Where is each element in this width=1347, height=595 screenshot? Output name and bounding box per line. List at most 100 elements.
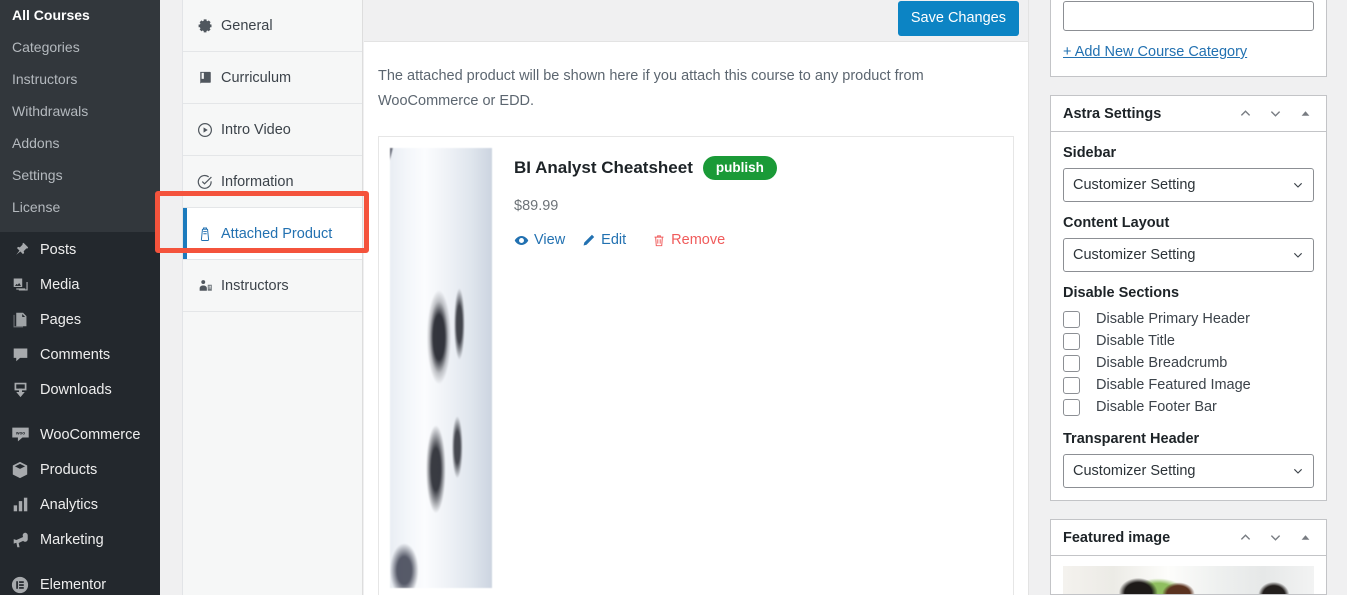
sidebar-select[interactable]: Customizer Setting	[1063, 168, 1314, 202]
tab-instructors[interactable]: Instructors	[183, 260, 362, 312]
book-icon	[195, 70, 215, 85]
status-badge: publish	[702, 156, 777, 180]
move-down-icon[interactable]	[1260, 523, 1290, 553]
sidebar-item-elementor[interactable]: Elementor	[0, 567, 160, 595]
transparent-header-label: Transparent Header	[1063, 431, 1200, 447]
tab-general[interactable]: General	[183, 0, 362, 52]
transparent-header-select[interactable]: Customizer Setting	[1063, 454, 1314, 488]
product-price: $89.99	[514, 198, 559, 214]
products-icon	[8, 460, 32, 480]
checkbox-disable-primary-header[interactable]: Disable Primary Header	[1063, 308, 1314, 330]
save-button[interactable]: Save Changes	[897, 1, 1019, 36]
edit-product-link[interactable]: Edit	[581, 232, 626, 248]
courses-submenu: All Courses Categories Instructors Withd…	[0, 0, 160, 232]
admin-screen: All Courses Categories Instructors Withd…	[0, 0, 1347, 595]
sidebar-item-addons[interactable]: Addons	[0, 128, 160, 160]
sidebar-item-media[interactable]: Media	[0, 267, 160, 302]
woocommerce-icon: woo	[8, 425, 32, 445]
pages-icon	[8, 310, 32, 330]
tab-label: Instructors	[221, 277, 289, 294]
product-thumbnail	[390, 148, 492, 588]
sidebar-item-license[interactable]: License	[0, 192, 160, 224]
featured-image-box: Featured image	[1050, 519, 1327, 595]
sidebar-item-woocommerce[interactable]: woo WooCommerce	[0, 417, 160, 452]
attached-product-card: BI Analyst Cheatsheet publish $89.99 Vie…	[378, 136, 1014, 595]
checkbox-box[interactable]	[1063, 332, 1080, 350]
sidebar-item-pages[interactable]: Pages	[0, 302, 160, 337]
media-icon	[8, 275, 32, 295]
sidebar-item-instructors[interactable]: Instructors	[0, 64, 160, 96]
sidebar-item-settings[interactable]: Settings	[0, 160, 160, 192]
checkbox-box[interactable]	[1063, 376, 1080, 394]
sidebar-item-categories[interactable]: Categories	[0, 32, 160, 64]
tab-curriculum[interactable]: Curriculum	[183, 52, 362, 104]
checkbox-label: Disable Primary Header	[1096, 311, 1250, 327]
checkbox-label: Disable Footer Bar	[1096, 399, 1217, 415]
main-content: Save Changes The attached product will b…	[364, 0, 1029, 595]
view-product-link[interactable]: View	[514, 232, 565, 248]
edit-label: Edit	[601, 232, 627, 248]
analytics-icon	[8, 495, 32, 515]
sidebar-item-label: Comments	[40, 346, 111, 363]
tab-label: Attached Product	[221, 225, 333, 242]
move-up-icon[interactable]	[1230, 99, 1260, 129]
toggle-panel-icon[interactable]	[1290, 523, 1320, 553]
content-layout-select[interactable]: Customizer Setting	[1063, 238, 1314, 272]
checkbox-box[interactable]	[1063, 398, 1080, 416]
sidebar-item-withdrawals[interactable]: Withdrawals	[0, 96, 160, 128]
checkbox-disable-footer-bar[interactable]: Disable Footer Bar	[1063, 396, 1314, 418]
trash-icon	[652, 233, 666, 248]
sidebar-item-label: Posts	[40, 241, 77, 258]
checkbox-disable-breadcrumb[interactable]: Disable Breadcrumb	[1063, 352, 1314, 374]
remove-product-link[interactable]: Remove	[652, 232, 725, 248]
checkbox-label: Disable Breadcrumb	[1096, 355, 1228, 371]
sidebar-item-label: License	[12, 199, 61, 215]
admin-sidebar: All Courses Categories Instructors Withd…	[0, 0, 160, 595]
product-actions: View Edit Remove	[514, 232, 777, 248]
sidebar-item-posts[interactable]: Posts	[0, 232, 160, 267]
new-category-input[interactable]	[1063, 1, 1314, 31]
move-down-icon[interactable]	[1260, 99, 1290, 129]
tab-label: General	[221, 17, 273, 34]
toggle-panel-icon[interactable]	[1290, 99, 1320, 129]
play-circle-icon	[195, 122, 215, 138]
product-details: BI Analyst Cheatsheet publish $89.99 Vie…	[492, 148, 777, 584]
astra-settings-body: Sidebar Customizer Setting Content Layou…	[1051, 145, 1326, 500]
tab-attached-product[interactable]: Attached Product	[183, 208, 362, 260]
sidebar-item-analytics[interactable]: Analytics	[0, 487, 160, 522]
checkbox-box[interactable]	[1063, 310, 1080, 328]
astra-settings-box: Astra Settings Sidebar Customizer Settin…	[1050, 95, 1327, 501]
content-toolbar: Save Changes	[364, 0, 1028, 42]
chevron-down-icon	[1291, 178, 1305, 192]
featured-image-preview[interactable]	[1063, 566, 1314, 594]
course-category-body: + Add New Course Category	[1051, 0, 1326, 76]
disable-sections-checkbox-list: Disable Primary Header Disable Title Dis…	[1063, 308, 1314, 418]
sidebar-item-products[interactable]: Products	[0, 452, 160, 487]
sidebar-item-comments[interactable]: Comments	[0, 337, 160, 372]
checkbox-disable-title[interactable]: Disable Title	[1063, 330, 1314, 352]
featured-image-header: Featured image	[1051, 520, 1326, 556]
sidebar-item-label: Marketing	[40, 531, 104, 548]
chevron-down-icon	[1291, 248, 1305, 262]
astra-settings-header: Astra Settings	[1051, 96, 1326, 132]
check-circle-icon	[195, 174, 215, 190]
sidebar-item-label: Categories	[12, 39, 80, 55]
checkbox-label: Disable Title	[1096, 333, 1175, 349]
content-body: The attached product will be shown here …	[364, 42, 1028, 595]
elementor-icon	[8, 575, 32, 595]
sidebar-item-all-courses[interactable]: All Courses	[0, 0, 160, 32]
sidebar-item-marketing[interactable]: Marketing	[0, 522, 160, 557]
checkbox-disable-featured-image[interactable]: Disable Featured Image	[1063, 374, 1314, 396]
sidebar-item-downloads[interactable]: Downloads	[0, 372, 160, 407]
sidebar-item-label: All Courses	[12, 7, 90, 23]
tab-intro-video[interactable]: Intro Video	[183, 104, 362, 156]
tab-information[interactable]: Information	[183, 156, 362, 208]
view-label: View	[534, 232, 566, 248]
add-new-course-category-link[interactable]: + Add New Course Category	[1063, 44, 1247, 64]
move-up-icon[interactable]	[1230, 523, 1260, 553]
tab-label: Intro Video	[221, 121, 291, 138]
sidebar-item-label: Products	[40, 461, 98, 478]
pencil-icon	[581, 233, 596, 248]
checkbox-box[interactable]	[1063, 354, 1080, 372]
course-tabs-panel: General Curriculum Intro Video Informati…	[182, 0, 363, 595]
